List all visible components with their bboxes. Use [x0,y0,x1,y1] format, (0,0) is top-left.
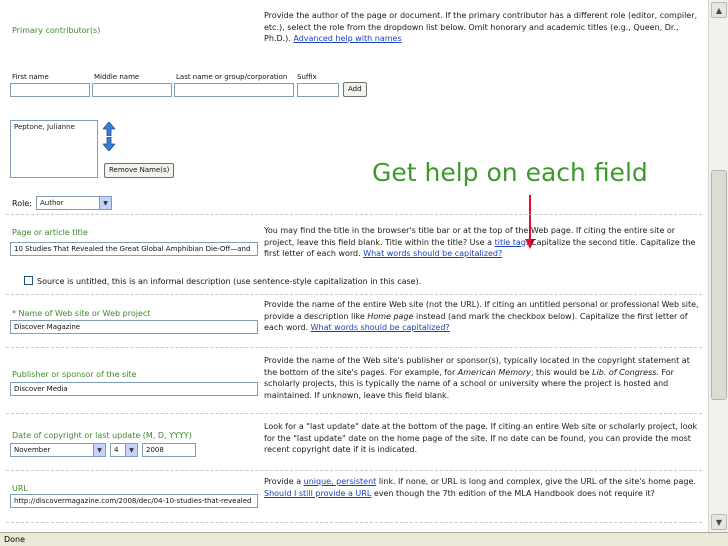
untitled-checkbox[interactable] [24,276,33,285]
chevron-down-icon: ▼ [93,444,105,456]
website-name-help: Provide the name of the entire Web site … [264,300,699,332]
middle-name-label: Middle name [94,73,140,81]
scrollbar-thumb[interactable] [711,170,727,400]
date-help: Look for a "last update" date at the bot… [264,422,698,454]
down-arrow-icon[interactable] [102,136,116,152]
url-input[interactable]: http://discovermagazine.com/2008/dec/04-… [10,494,258,508]
advanced-names-link[interactable]: Advanced help with names [293,34,401,43]
role-select[interactable]: Author ▼ [36,196,112,210]
contributor-list-item[interactable]: Peptone, Julianne [14,123,94,131]
callout-text: Get help on each field [372,158,648,187]
citation-form: Primary contributor(s) Provide the autho… [0,0,708,532]
divider [6,522,702,523]
divider [6,347,702,348]
divider [6,214,702,215]
scroll-down-icon[interactable]: ▼ [711,514,727,530]
status-text: Done [4,535,26,544]
untitled-checkbox-label: Source is untitled, this is an informal … [37,277,422,286]
up-arrow-icon[interactable] [102,121,116,137]
last-name-label: Last name or group/corporation [176,73,288,81]
divider [6,294,702,295]
title-tag-link[interactable]: title tag [495,238,526,247]
url-label: URL [12,484,28,493]
first-name-input[interactable] [10,83,90,97]
middle-name-input[interactable] [92,83,172,97]
remove-names-button[interactable]: Remove Name(s) [104,163,175,178]
last-name-input[interactable] [174,83,294,97]
page-title-label: Page or article title [12,228,88,237]
contributor-list[interactable]: Peptone, Julianne [10,120,98,178]
month-select[interactable]: November ▼ [10,443,106,457]
first-name-label: First name [12,73,49,81]
chevron-down-icon: ▼ [125,444,137,456]
capitalization-link[interactable]: What words should be capitalized? [363,249,502,258]
website-name-input[interactable]: Discover Magazine [10,320,258,334]
date-label: Date of copyright or last update (M, D, … [12,431,192,440]
website-name-label: * Name of Web site or Web project [12,309,151,318]
role-label: Role: [12,199,32,208]
page-title-input[interactable]: 10 Studies That Revealed the Great Globa… [10,242,258,256]
vertical-scrollbar[interactable]: ▲ ▼ [708,0,728,532]
provide-url-link[interactable]: Should I still provide a URL [264,489,371,498]
suffix-label: Suffix [297,73,317,81]
page-title-help: You may find the title in the browser's … [264,226,696,258]
capitalization-link-2[interactable]: What words should be capitalized? [311,323,450,332]
divider [6,413,702,414]
publisher-label: Publisher or sponsor of the site [12,370,137,379]
primary-contributor-title: Primary contributor(s) [12,26,101,35]
year-input[interactable]: 2008 [142,443,196,457]
primary-contributor-help: Provide the author of the page or docume… [264,11,698,43]
scroll-up-icon[interactable]: ▲ [711,2,727,18]
status-bar: Done [0,532,728,546]
publisher-input[interactable]: Discover Media [10,382,258,396]
add-name-button[interactable]: Add [343,82,367,97]
persistent-link[interactable]: unique, persistent [304,477,377,486]
divider [6,470,702,471]
chevron-down-icon: ▼ [99,197,111,209]
url-help: Provide a unique, persistent link. If no… [264,477,696,498]
suffix-input[interactable] [297,83,339,97]
day-select[interactable]: 4 ▼ [110,443,138,457]
publisher-help: Provide the name of the Web site's publi… [264,356,690,400]
